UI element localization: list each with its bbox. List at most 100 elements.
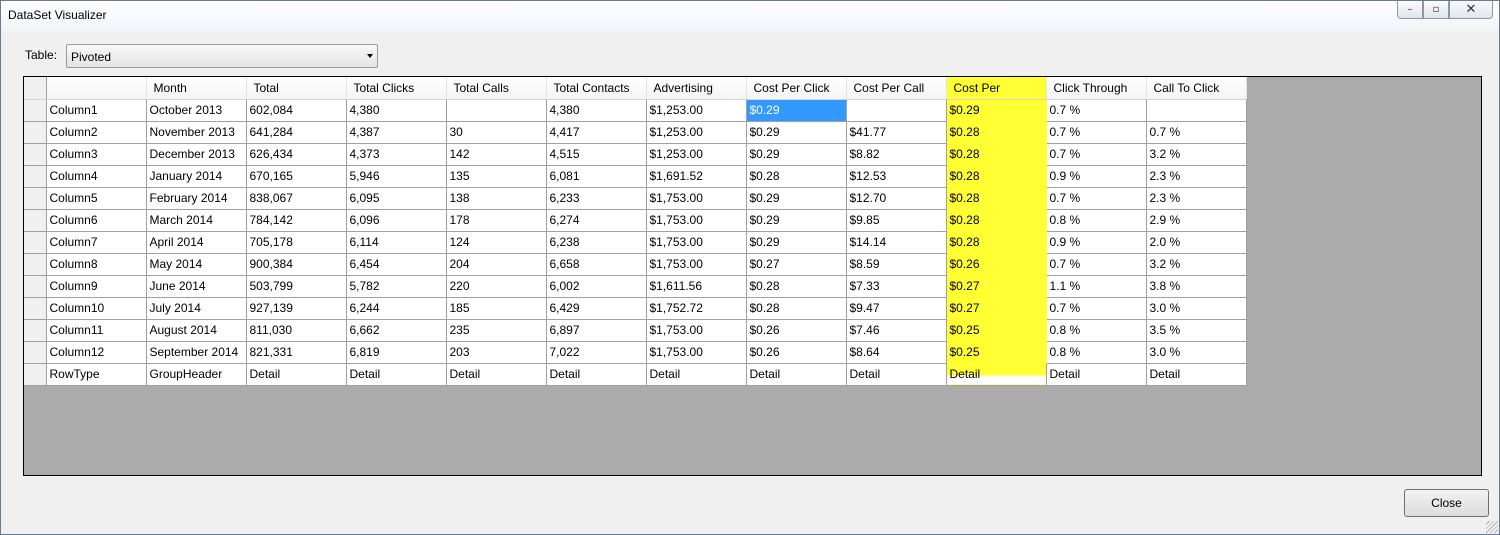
- table-cell[interactable]: 2.9 %: [1146, 209, 1247, 232]
- table-cell[interactable]: $0.27: [746, 253, 847, 276]
- table-cell[interactable]: 2.3 %: [1146, 165, 1247, 188]
- column-header[interactable]: Call To Click: [1146, 77, 1247, 100]
- table-cell[interactable]: 0.9 %: [1046, 231, 1147, 254]
- table-cell[interactable]: 811,030: [246, 319, 347, 342]
- table-cell[interactable]: $0.28: [946, 121, 1047, 144]
- row-header[interactable]: [24, 99, 47, 122]
- row-header[interactable]: [24, 253, 47, 276]
- maximize-button[interactable]: ▫: [1423, 1, 1449, 19]
- table-cell[interactable]: 204: [446, 253, 547, 276]
- table-cell[interactable]: 602,084: [246, 99, 347, 122]
- close-window-button[interactable]: ✕: [1449, 1, 1493, 19]
- table-cell[interactable]: 4,417: [546, 121, 647, 144]
- table-cell[interactable]: 138: [446, 187, 547, 210]
- column-header[interactable]: Total Clicks: [346, 77, 447, 100]
- table-cell[interactable]: 0.7 %: [1046, 99, 1147, 122]
- table-cell[interactable]: 784,142: [246, 209, 347, 232]
- table-cell[interactable]: $1,253.00: [646, 121, 747, 144]
- table-cell[interactable]: 4,515: [546, 143, 647, 166]
- table-cell[interactable]: 6,429: [546, 297, 647, 320]
- data-grid[interactable]: Month Total Total Clicks Total Calls Total C…: [23, 76, 1482, 476]
- table-cell[interactable]: $0.29: [746, 99, 847, 122]
- table-cell[interactable]: 6,819: [346, 341, 447, 364]
- table-cell[interactable]: $1,753.00: [646, 319, 747, 342]
- table-cell[interactable]: March 2014: [146, 209, 247, 232]
- table-cell[interactable]: 0.8 %: [1046, 319, 1147, 342]
- table-cell[interactable]: 3.0 %: [1146, 297, 1247, 320]
- table-cell[interactable]: Detail: [546, 363, 647, 386]
- table-cell[interactable]: RowType: [46, 363, 147, 386]
- table-cell[interactable]: 6,096: [346, 209, 447, 232]
- table-cell[interactable]: 6,095: [346, 187, 447, 210]
- table-cell[interactable]: 6,002: [546, 275, 647, 298]
- table-cell[interactable]: [846, 99, 947, 122]
- row-header[interactable]: [24, 297, 47, 320]
- table-cell[interactable]: 6,114: [346, 231, 447, 254]
- table-cell[interactable]: 4,373: [346, 143, 447, 166]
- table-cell[interactable]: $7.46: [846, 319, 947, 342]
- column-header[interactable]: Cost Per: [946, 77, 1047, 100]
- table-cell[interactable]: $9.47: [846, 297, 947, 320]
- table-cell[interactable]: 185: [446, 297, 547, 320]
- table-cell[interactable]: Detail: [246, 363, 347, 386]
- table-cell[interactable]: 135: [446, 165, 547, 188]
- title-bar[interactable]: DataSet Visualizer – ▫ ✕: [1, 1, 1499, 31]
- table-cell[interactable]: 670,165: [246, 165, 347, 188]
- table-cell[interactable]: Detail: [446, 363, 547, 386]
- row-header[interactable]: [24, 231, 47, 254]
- table-cell[interactable]: $0.27: [946, 275, 1047, 298]
- table-cell[interactable]: 0.7 %: [1046, 187, 1147, 210]
- table-cell[interactable]: May 2014: [146, 253, 247, 276]
- table-cell[interactable]: 235: [446, 319, 547, 342]
- table-cell[interactable]: $1,753.00: [646, 209, 747, 232]
- table-cell[interactable]: January 2014: [146, 165, 247, 188]
- row-header[interactable]: [24, 187, 47, 210]
- table-cell[interactable]: $0.29: [946, 99, 1047, 122]
- table-cell[interactable]: 0.7 %: [1046, 121, 1147, 144]
- table-cell[interactable]: $1,753.00: [646, 187, 747, 210]
- table-cell[interactable]: Detail: [646, 363, 747, 386]
- table-cell[interactable]: 3.0 %: [1146, 341, 1247, 364]
- table-cell[interactable]: 6,233: [546, 187, 647, 210]
- table-cell[interactable]: 626,434: [246, 143, 347, 166]
- column-header[interactable]: Cost Per Call: [846, 77, 947, 100]
- table-cell[interactable]: 0.7 %: [1146, 121, 1247, 144]
- table-cell[interactable]: 4,380: [546, 99, 647, 122]
- table-cell[interactable]: $0.29: [746, 121, 847, 144]
- table-cell[interactable]: 6,244: [346, 297, 447, 320]
- table-cell[interactable]: $1,611.56: [646, 275, 747, 298]
- table-cell[interactable]: 1.1 %: [1046, 275, 1147, 298]
- table-cell[interactable]: Column2: [46, 121, 147, 144]
- table-cell[interactable]: $0.29: [746, 209, 847, 232]
- table-cell[interactable]: $0.28: [946, 209, 1047, 232]
- table-cell[interactable]: 705,178: [246, 231, 347, 254]
- table-cell[interactable]: 7,022: [546, 341, 647, 364]
- table-cell[interactable]: Detail: [346, 363, 447, 386]
- table-cell[interactable]: $0.28: [946, 231, 1047, 254]
- table-cell[interactable]: 3.2 %: [1146, 143, 1247, 166]
- column-header[interactable]: Month: [146, 77, 247, 100]
- table-cell[interactable]: 3.2 %: [1146, 253, 1247, 276]
- grid-corner-header[interactable]: [24, 77, 47, 100]
- minimize-button[interactable]: –: [1397, 1, 1423, 19]
- row-header[interactable]: [24, 275, 47, 298]
- table-cell[interactable]: 124: [446, 231, 547, 254]
- table-cell[interactable]: 30: [446, 121, 547, 144]
- table-cell[interactable]: $0.27: [946, 297, 1047, 320]
- row-header[interactable]: [24, 121, 47, 144]
- table-cell[interactable]: 3.8 %: [1146, 275, 1247, 298]
- table-cell[interactable]: Column6: [46, 209, 147, 232]
- table-cell[interactable]: July 2014: [146, 297, 247, 320]
- table-cell[interactable]: [446, 99, 547, 122]
- table-cell[interactable]: $0.28: [946, 165, 1047, 188]
- table-cell[interactable]: September 2014: [146, 341, 247, 364]
- table-cell[interactable]: 6,081: [546, 165, 647, 188]
- table-cell[interactable]: October 2013: [146, 99, 247, 122]
- table-cell[interactable]: $1,253.00: [646, 143, 747, 166]
- row-header[interactable]: [24, 209, 47, 232]
- table-cell[interactable]: $0.26: [746, 319, 847, 342]
- table-cell[interactable]: $0.29: [746, 143, 847, 166]
- table-cell[interactable]: 0.8 %: [1046, 341, 1147, 364]
- column-header[interactable]: Advertising: [646, 77, 747, 100]
- table-cell[interactable]: 0.7 %: [1046, 253, 1147, 276]
